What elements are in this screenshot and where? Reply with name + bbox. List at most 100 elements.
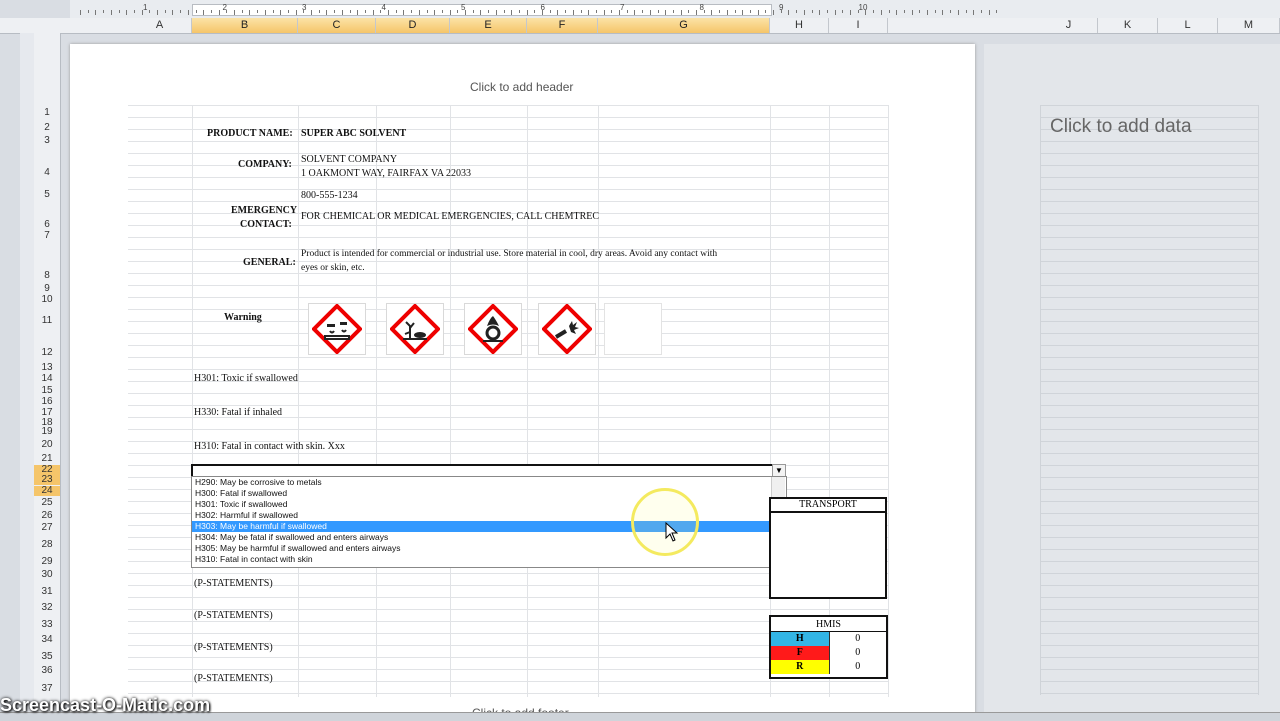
emergency-text-cell[interactable]: FOR CHEMICAL OR MEDICAL EMERGENCIES, CAL…: [301, 211, 599, 222]
transport-box[interactable]: TRANSPORT: [769, 497, 887, 599]
row-header-5[interactable]: 5: [34, 190, 60, 200]
column-header-h[interactable]: H: [770, 18, 829, 33]
row-header-4[interactable]: 4: [34, 168, 60, 178]
row-header-36[interactable]: 36: [34, 666, 60, 676]
product-name-cell[interactable]: SUPER ABC SOLVENT: [301, 128, 406, 139]
column-header-g[interactable]: G: [598, 18, 770, 33]
add-data-placeholder[interactable]: Click to add data: [1050, 116, 1192, 138]
general-label: GENERAL:: [243, 257, 296, 268]
column-header-k[interactable]: K: [1098, 18, 1158, 33]
row-header-35[interactable]: 35: [34, 652, 60, 662]
row-header-19[interactable]: 19: [34, 427, 60, 437]
h-statement-3[interactable]: H310: Fatal in contact with skin. Xxx: [194, 441, 345, 452]
row-header-6[interactable]: 6: [34, 220, 60, 230]
row-header-30[interactable]: 30: [34, 570, 60, 580]
watermark: Screencast-O-Matic.com: [0, 695, 211, 715]
row-header-21[interactable]: 21: [34, 454, 60, 464]
row-header-13[interactable]: 13: [34, 363, 60, 373]
row-header-2[interactable]: 2: [34, 123, 60, 133]
hmis-reactivity-value[interactable]: 0: [828, 660, 887, 674]
ruler-tick: [426, 10, 428, 13]
row-header-11[interactable]: 11: [34, 316, 60, 326]
phone-cell[interactable]: 800-555-1234: [301, 190, 358, 201]
ruler-tick: [549, 10, 551, 13]
column-header-l[interactable]: L: [1158, 18, 1218, 33]
column-header-j[interactable]: J: [1040, 18, 1098, 33]
row-header-14[interactable]: 14: [34, 374, 60, 384]
row-header-20[interactable]: 20: [34, 440, 60, 450]
ruler-number: 6: [540, 3, 545, 12]
ruler-tick: [87, 10, 89, 13]
row-header-25[interactable]: 25: [34, 498, 60, 508]
ruler-number: 4: [381, 3, 386, 12]
empty-pictogram-slot[interactable]: [604, 303, 662, 355]
column-header-b[interactable]: B: [192, 18, 298, 33]
ruler-tick: [534, 10, 536, 13]
column-header-f[interactable]: F: [527, 18, 598, 33]
p-statement-2[interactable]: (P-STATEMENTS): [194, 610, 273, 621]
company-address-cell[interactable]: 1 OAKMONT WAY, FAIRFAX VA 22033: [301, 168, 471, 179]
general-text-line1[interactable]: Product is intended for commercial or in…: [301, 249, 717, 259]
p-statement-3[interactable]: (P-STATEMENTS): [194, 642, 273, 653]
row-header-1[interactable]: 1: [34, 108, 60, 118]
row-header-37[interactable]: 37: [34, 684, 60, 694]
dropdown-option[interactable]: H290: May be corrosive to metals: [192, 477, 772, 488]
ruler-tick: [680, 10, 682, 15]
row-header-15[interactable]: 15: [34, 386, 60, 396]
row-header-8[interactable]: 8: [34, 271, 60, 281]
row-header-3[interactable]: 3: [34, 136, 60, 146]
ruler-number: 7: [620, 3, 625, 12]
ruler-tick: [626, 10, 628, 13]
ruler-tick: [441, 10, 443, 13]
row-header-32[interactable]: 32: [34, 603, 60, 613]
corrosion-pictogram[interactable]: [308, 303, 366, 355]
ruler-tick: [110, 10, 112, 15]
row-header-16[interactable]: 16: [34, 397, 60, 407]
h-statement-1[interactable]: H301: Toxic if swallowed: [194, 373, 298, 384]
cell-grid[interactable]: [128, 105, 888, 697]
column-header-m[interactable]: M: [1218, 18, 1280, 33]
h-statement-2[interactable]: H330: Fatal if inhaled: [194, 407, 282, 418]
hmis-health-label: H: [771, 632, 829, 646]
row-header-27[interactable]: 27: [34, 523, 60, 533]
row-header-28[interactable]: 28: [34, 540, 60, 550]
ruler-tick: [103, 10, 105, 13]
row-header-34[interactable]: 34: [34, 635, 60, 645]
explosive-pictogram[interactable]: [538, 303, 596, 355]
corrosion-icon: [312, 304, 362, 354]
row-header-23[interactable]: 23: [34, 475, 60, 485]
row-header-31[interactable]: 31: [34, 587, 60, 597]
hmis-flammability-value[interactable]: 0: [828, 646, 887, 660]
row-header-24[interactable]: 24: [34, 486, 60, 496]
row-header-7[interactable]: 7: [34, 231, 60, 241]
p-statement-4[interactable]: (P-STATEMENTS): [194, 673, 273, 684]
column-header-d[interactable]: D: [376, 18, 450, 33]
column-header-e[interactable]: E: [450, 18, 527, 33]
environment-pictogram[interactable]: [386, 303, 444, 355]
row-header-12[interactable]: 12: [34, 348, 60, 358]
column-header-a[interactable]: A: [128, 18, 192, 33]
ruler-tick: [318, 10, 320, 13]
dropdown-option[interactable]: H310: Fatal in contact with skin: [192, 554, 772, 565]
column-header-i[interactable]: I: [829, 18, 888, 33]
ruler-tick: [180, 10, 182, 13]
ruler-tick: [980, 10, 982, 13]
hmis-health-value[interactable]: 0: [828, 632, 887, 646]
oxidizer-pictogram[interactable]: [464, 303, 522, 355]
hmis-row-flammability: F 0: [771, 646, 886, 660]
ruler-tick: [341, 10, 343, 15]
page-header-placeholder[interactable]: Click to add header: [470, 80, 573, 94]
general-text-line2[interactable]: eyes or skin, etc.: [301, 263, 365, 273]
row-header-10[interactable]: 10: [34, 295, 60, 305]
row-header-9[interactable]: 9: [34, 284, 60, 294]
row-header-26[interactable]: 26: [34, 511, 60, 521]
ruler-tick: [942, 10, 944, 15]
horizontal-ruler: 1 2 3 4 5 6 7 8 9 10: [70, 0, 1280, 19]
row-header-29[interactable]: 29: [34, 557, 60, 567]
ruler-tick: [195, 10, 197, 13]
row-header-33[interactable]: 33: [34, 620, 60, 630]
company-name-cell[interactable]: SOLVENT COMPANY: [301, 154, 397, 165]
column-header-c[interactable]: C: [298, 18, 376, 33]
p-statement-1[interactable]: (P-STATEMENTS): [194, 578, 273, 589]
ruler-active-area: [192, 4, 772, 16]
